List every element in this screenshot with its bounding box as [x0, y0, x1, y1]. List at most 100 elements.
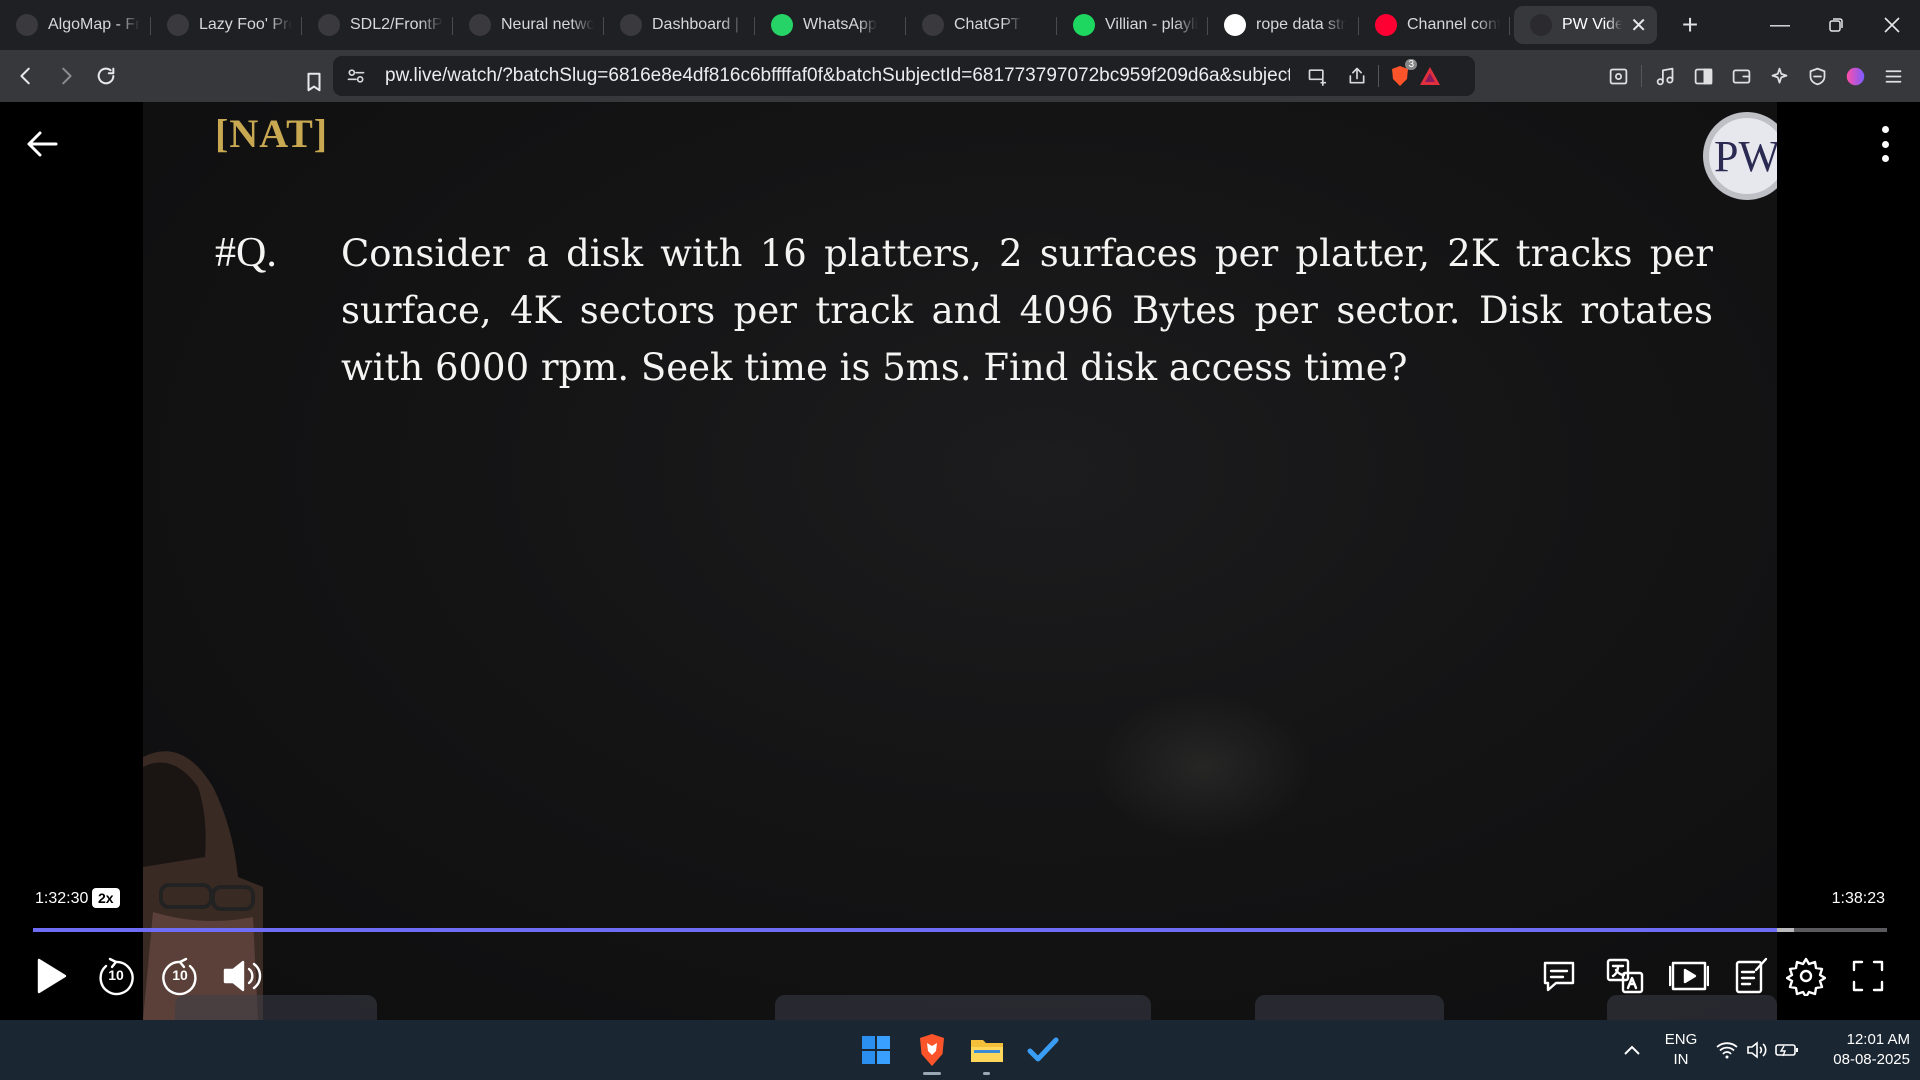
tab-item[interactable]: Neural netwo — [453, 6, 604, 44]
file-explorer-icon[interactable] — [966, 1029, 1008, 1075]
google-icon — [1224, 14, 1246, 36]
new-tab-button[interactable]: + — [1675, 9, 1705, 41]
globe-icon — [318, 14, 340, 36]
reload-icon[interactable] — [88, 58, 124, 94]
leo-ai-icon[interactable] — [1764, 60, 1794, 92]
question-text: Consider a disk with 16 platters, 2 surf… — [341, 232, 1713, 389]
tab-item[interactable]: Lazy Foo' Pro — [151, 6, 302, 44]
clock-time: 12:01 AM — [1846, 1031, 1910, 1048]
tab-strip: AlgoMap - Fr Lazy Foo' Pro SDL2/FrontPa Neu… — [0, 0, 1920, 50]
restore-icon[interactable] — [1808, 0, 1864, 50]
more-options-icon[interactable] — [1878, 126, 1892, 162]
address-bar[interactable]: pw.live/watch/?batchSlug=6816e8e4df816c6… — [333, 56, 1475, 96]
tab-item[interactable]: Villian - playli — [1057, 6, 1208, 44]
globe-icon — [620, 14, 642, 36]
tab-list: AlgoMap - Fr Lazy Foo' Pro SDL2/FrontPa Neu… — [0, 0, 1661, 50]
battery-icon[interactable] — [1772, 1029, 1802, 1071]
shields-badge: 3 — [1405, 59, 1417, 70]
tab-item[interactable]: Dashboard | E — [604, 6, 755, 44]
clock[interactable]: 12:01 AM 08-08-2025 — [1810, 1030, 1910, 1070]
tab-label: PW Vide — [1562, 16, 1623, 33]
tab-label: WhatsApp — [803, 16, 877, 33]
forward-10-icon[interactable]: 10 — [158, 952, 202, 1000]
bookmark-icon[interactable] — [296, 64, 332, 100]
tab-label: ChatGPT — [954, 16, 1021, 33]
globe-icon — [469, 14, 491, 36]
rewind-10-icon[interactable]: 10 — [94, 952, 138, 1000]
window-controls: — — [1752, 0, 1920, 50]
running-app-indicator — [983, 1072, 990, 1075]
play-icon[interactable] — [32, 952, 72, 1000]
back-icon[interactable] — [8, 58, 44, 94]
share-icon[interactable] — [1342, 61, 1372, 91]
picture-in-picture-icon[interactable] — [1668, 952, 1710, 1000]
buffered-bar — [1777, 928, 1795, 932]
menu-icon[interactable] — [1878, 60, 1908, 92]
translate-icon[interactable] — [1604, 952, 1646, 1000]
fullscreen-icon[interactable] — [1846, 952, 1890, 1000]
video-frame[interactable]: [NAT] #Q. Consider a disk with 16 platte… — [143, 102, 1777, 1020]
rewind-label: 10 — [108, 967, 124, 983]
current-time: 1:32:30 — [35, 890, 89, 907]
url-text[interactable]: pw.live/watch/?batchSlug=6816e8e4df816c6… — [385, 65, 1290, 87]
forward-icon[interactable] — [48, 58, 84, 94]
tab-item[interactable]: rope data str — [1208, 6, 1359, 44]
cast-icon[interactable] — [1302, 61, 1332, 91]
vpn-shield-icon[interactable] — [1802, 60, 1832, 92]
back-arrow-icon[interactable] — [24, 126, 60, 162]
tab-item[interactable]: Channel cont — [1359, 6, 1510, 44]
settings-gear-icon[interactable] — [1784, 952, 1828, 1000]
close-window-icon[interactable] — [1864, 0, 1920, 50]
clock-date: 08-08-2025 — [1833, 1051, 1910, 1068]
site-settings-icon[interactable] — [341, 61, 371, 91]
whatsapp-icon — [771, 14, 793, 36]
tab-item[interactable]: AlgoMap - Fr — [0, 6, 151, 44]
windows-taskbar: ENG IN 12:01 AM 08-08-2025 — [0, 1020, 1920, 1080]
tab-label: Dashboard | E — [652, 16, 745, 33]
wallet-icon[interactable] — [1726, 60, 1756, 92]
algomap-icon — [16, 14, 38, 36]
toolbar-divider — [1641, 65, 1642, 87]
tab-label: Lazy Foo' Pro — [199, 16, 292, 33]
seek-bar[interactable] — [33, 928, 1887, 932]
brave-shields-icon[interactable]: 3 — [1385, 59, 1417, 91]
playback-speed-badge[interactable]: 2x — [92, 888, 120, 908]
tab-item[interactable]: SDL2/FrontPa — [302, 6, 453, 44]
close-tab-icon[interactable]: ✕ — [1630, 13, 1647, 38]
todo-app-icon[interactable] — [1022, 1029, 1064, 1071]
video-player[interactable]: [NAT] #Q. Consider a disk with 16 platte… — [0, 102, 1920, 1020]
wifi-icon[interactable] — [1712, 1029, 1742, 1071]
chat-icon[interactable] — [1538, 952, 1580, 1000]
tray-overflow-chevron-icon[interactable] — [1612, 1029, 1652, 1071]
brave-rewards-icon[interactable] — [1415, 61, 1445, 91]
tab-label: AlgoMap - Fr — [48, 16, 141, 33]
tool-strip-middle — [775, 995, 1151, 1020]
played-bar — [33, 928, 1778, 932]
windows-start-icon[interactable] — [855, 1029, 897, 1071]
youtube-icon — [1375, 14, 1397, 36]
forward-label: 10 — [172, 967, 188, 983]
tab-label: rope data str — [1256, 16, 1346, 33]
tab-label: Neural netwo — [501, 16, 594, 33]
speaker-icon[interactable] — [1742, 1029, 1772, 1071]
tab-item-active[interactable]: PW Vide ✕ — [1514, 6, 1657, 44]
language-indicator[interactable]: ENG IN — [1662, 1030, 1700, 1070]
reader-mode-icon[interactable] — [1603, 60, 1633, 92]
tab-item[interactable]: WhatsApp — [755, 6, 906, 44]
toolbar-right — [1603, 60, 1908, 92]
active-app-indicator — [923, 1072, 941, 1075]
chatgpt-icon — [922, 14, 944, 36]
tab-label: SDL2/FrontPa — [350, 16, 443, 33]
tab-label: Channel cont — [1407, 16, 1500, 33]
sidebar-icon[interactable] — [1688, 60, 1718, 92]
brave-browser-icon[interactable] — [911, 1029, 953, 1075]
total-time: 1:38:23 — [1831, 890, 1885, 907]
pw-logo: PW — [1703, 112, 1777, 200]
volume-icon[interactable] — [220, 952, 266, 1000]
spotify-icon — [1073, 14, 1095, 36]
profile-icon[interactable] — [1840, 60, 1870, 92]
tab-item[interactable]: ChatGPT — [906, 6, 1057, 44]
media-icon[interactable] — [1650, 60, 1680, 92]
notes-icon[interactable] — [1730, 952, 1772, 1000]
minimize-icon[interactable]: — — [1752, 0, 1808, 50]
